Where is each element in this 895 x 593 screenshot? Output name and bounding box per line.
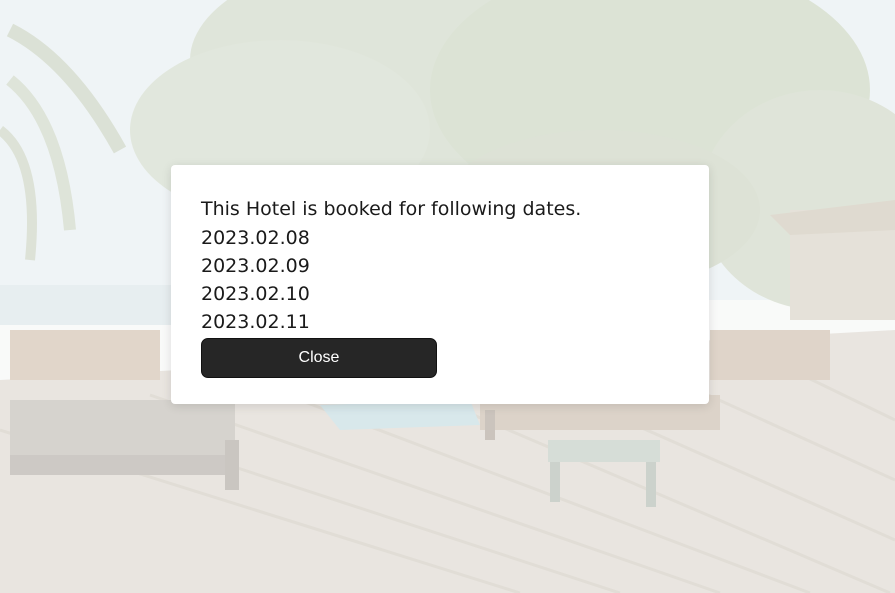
booked-date: 2023.02.09 bbox=[201, 255, 310, 277]
booked-date: 2023.02.08 bbox=[201, 227, 310, 249]
close-button[interactable]: Close bbox=[201, 338, 437, 378]
booked-dates-list: 2023.02.08 2023.02.09 2023.02.10 2023.02… bbox=[201, 224, 709, 336]
booked-date: 2023.02.10 bbox=[201, 283, 310, 305]
booking-dialog: This Hotel is booked for following dates… bbox=[171, 165, 709, 404]
booked-date: 2023.02.11 bbox=[201, 311, 310, 333]
dialog-message: This Hotel is booked for following dates… bbox=[201, 198, 582, 220]
